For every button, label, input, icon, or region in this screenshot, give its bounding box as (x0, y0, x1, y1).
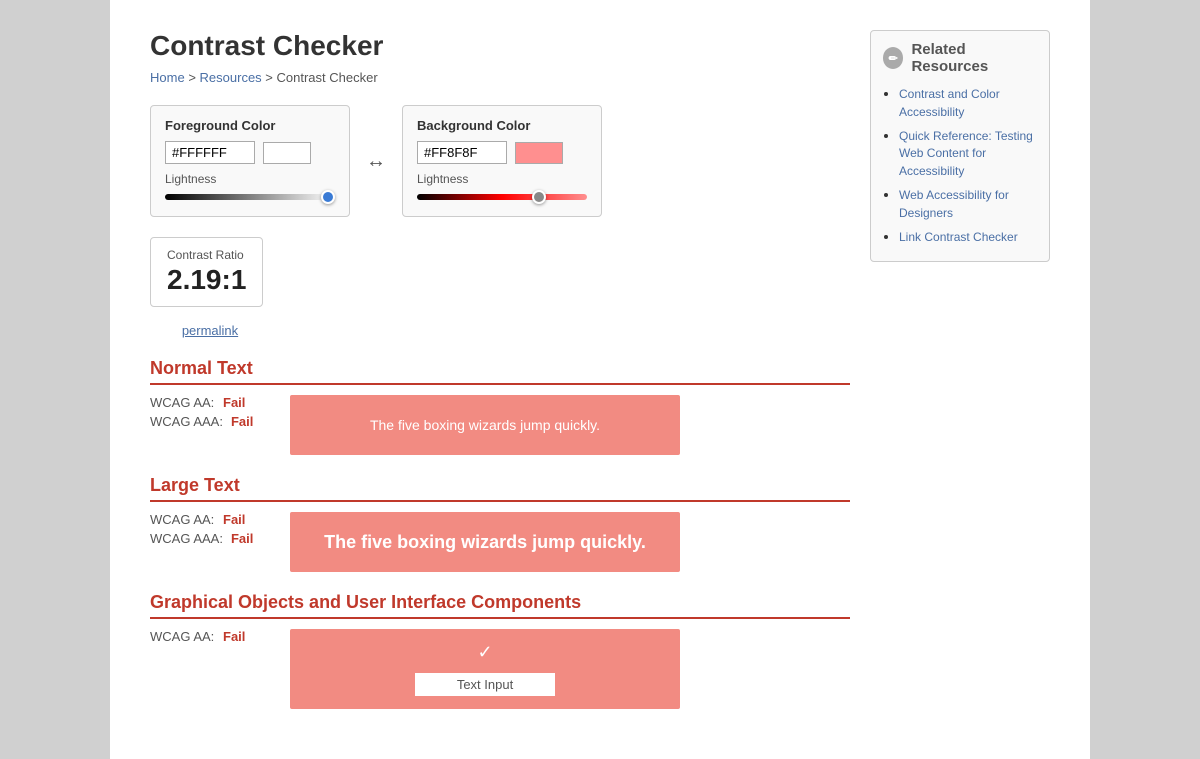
normal-text-wcag: WCAG AA: Fail WCAG AAA: Fail (150, 395, 270, 433)
related-link-2[interactable]: Web Accessibility for Designers (899, 188, 1009, 220)
normal-text-title: Normal Text (150, 358, 850, 385)
background-slider[interactable] (417, 190, 587, 204)
graphical-title: Graphical Objects and User Interface Com… (150, 592, 850, 619)
foreground-hex-input[interactable] (165, 141, 255, 164)
normal-wcag-aaa-result: Fail (231, 414, 253, 429)
contrast-ratio-box: Contrast Ratio 2.19:1 (150, 237, 263, 307)
graphical-preview: ✓ (290, 629, 680, 709)
normal-wcag-aa-row: WCAG AA: Fail (150, 395, 270, 410)
normal-wcag-aa-result: Fail (223, 395, 245, 410)
large-wcag-aaa-row: WCAG AAA: Fail (150, 531, 270, 546)
breadcrumb-resources[interactable]: Resources (200, 70, 262, 85)
large-wcag-aa-result: Fail (223, 512, 245, 527)
contrast-ratio-value: 2.19:1 (167, 264, 246, 296)
swap-colors-button[interactable]: ↔ (366, 150, 386, 173)
page-title: Contrast Checker (150, 30, 850, 62)
normal-wcag-aaa-row: WCAG AAA: Fail (150, 414, 270, 429)
related-link-item-1: Quick Reference: Testing Web Content for… (899, 127, 1037, 180)
main-content: Contrast Checker Home > Resources > Cont… (150, 30, 850, 729)
related-resources-list: Contrast and Color Accessibility Quick R… (883, 85, 1037, 245)
large-text-preview: The five boxing wizards jump quickly. (290, 512, 680, 572)
color-inputs-row: Foreground Color Lightness ↔ Backgroun (150, 105, 850, 217)
large-text-wcag: WCAG AA: Fail WCAG AAA: Fail (150, 512, 270, 550)
foreground-swatch (263, 142, 311, 164)
large-wcag-aa-row: WCAG AA: Fail (150, 512, 270, 527)
breadcrumb: Home > Resources > Contrast Checker (150, 70, 850, 85)
foreground-slider-thumb[interactable] (321, 190, 335, 204)
related-resources-title: Related Resources (911, 41, 1037, 75)
related-resources-header: ✏ Related Resources (883, 41, 1037, 75)
related-link-3[interactable]: Link Contrast Checker (899, 230, 1018, 244)
text-input-preview[interactable] (415, 673, 555, 696)
foreground-lightness-label: Lightness (165, 172, 335, 186)
large-wcag-aaa-label: WCAG AAA: (150, 531, 223, 546)
breadcrumb-current: Contrast Checker (277, 70, 378, 85)
permalink-link[interactable]: permalink (150, 323, 270, 338)
normal-text-section: Normal Text WCAG AA: Fail WCAG AAA: Fail (150, 358, 850, 455)
foreground-slider[interactable] (165, 190, 335, 204)
related-link-1[interactable]: Quick Reference: Testing Web Content for… (899, 129, 1033, 179)
graphical-wcag: WCAG AA: Fail (150, 629, 270, 648)
normal-text-preview: The five boxing wizards jump quickly. (290, 395, 680, 455)
foreground-slider-track (165, 194, 335, 200)
graphical-wcag-aa-label: WCAG AA: (150, 629, 215, 644)
foreground-color-box: Foreground Color Lightness (150, 105, 350, 217)
related-resources-box: ✏ Related Resources Contrast and Color A… (870, 30, 1050, 262)
normal-text-body: WCAG AA: Fail WCAG AAA: Fail The five bo… (150, 395, 850, 455)
background-slider-track (417, 194, 587, 200)
sidebar: ✏ Related Resources Contrast and Color A… (870, 30, 1050, 729)
graphical-wcag-aa-row: WCAG AA: Fail (150, 629, 270, 644)
background-input-row (417, 141, 587, 164)
large-text-body: WCAG AA: Fail WCAG AAA: Fail The five bo… (150, 512, 850, 572)
graphical-section: Graphical Objects and User Interface Com… (150, 592, 850, 709)
page-container: Contrast Checker Home > Resources > Cont… (110, 0, 1090, 759)
background-hex-input[interactable] (417, 141, 507, 164)
related-resources-icon: ✏ (883, 47, 903, 69)
background-swatch (515, 142, 563, 164)
contrast-ratio-label: Contrast Ratio (167, 248, 246, 262)
large-wcag-aa-label: WCAG AA: (150, 512, 215, 527)
background-lightness-label: Lightness (417, 172, 587, 186)
large-text-title: Large Text (150, 475, 850, 502)
large-text-section: Large Text WCAG AA: Fail WCAG AAA: Fail (150, 475, 850, 572)
checkmark-icon: ✓ (477, 642, 492, 663)
related-link-item-2: Web Accessibility for Designers (899, 186, 1037, 222)
related-link-item-3: Link Contrast Checker (899, 228, 1037, 246)
normal-wcag-aa-label: WCAG AA: (150, 395, 215, 410)
graphical-wcag-aa-result: Fail (223, 629, 245, 644)
breadcrumb-home[interactable]: Home (150, 70, 185, 85)
background-color-box: Background Color Lightness (402, 105, 602, 217)
graphical-body: WCAG AA: Fail ✓ (150, 629, 850, 709)
foreground-input-row (165, 141, 335, 164)
background-label: Background Color (417, 118, 587, 133)
related-link-0[interactable]: Contrast and Color Accessibility (899, 87, 1000, 119)
large-wcag-aaa-result: Fail (231, 531, 253, 546)
foreground-label: Foreground Color (165, 118, 335, 133)
related-link-item-0: Contrast and Color Accessibility (899, 85, 1037, 121)
normal-wcag-aaa-label: WCAG AAA: (150, 414, 223, 429)
background-slider-thumb[interactable] (532, 190, 546, 204)
